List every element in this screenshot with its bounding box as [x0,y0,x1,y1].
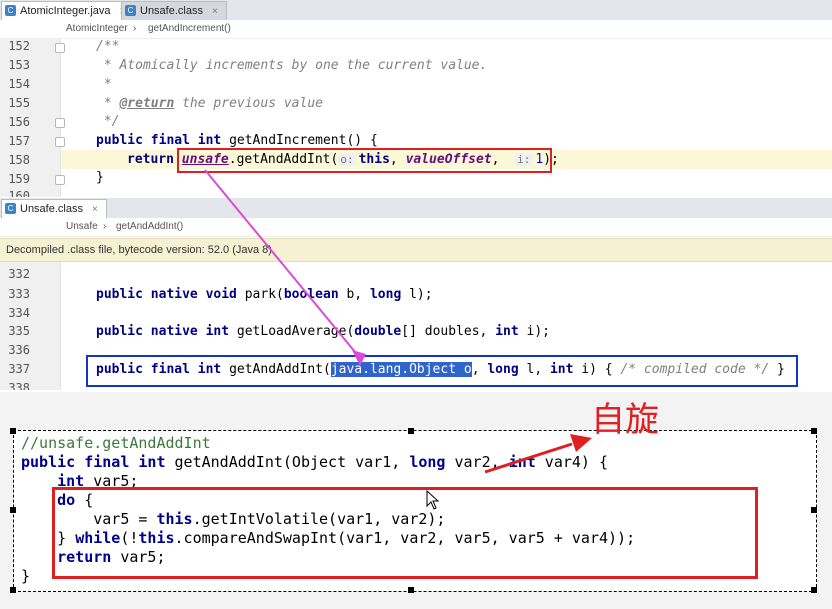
arrow-line [484,442,573,474]
cursor-icon [426,490,440,510]
spin-annotation-label: 自旋 [591,400,659,440]
arrow-head [570,434,592,452]
annotation-arrow [484,434,592,474]
